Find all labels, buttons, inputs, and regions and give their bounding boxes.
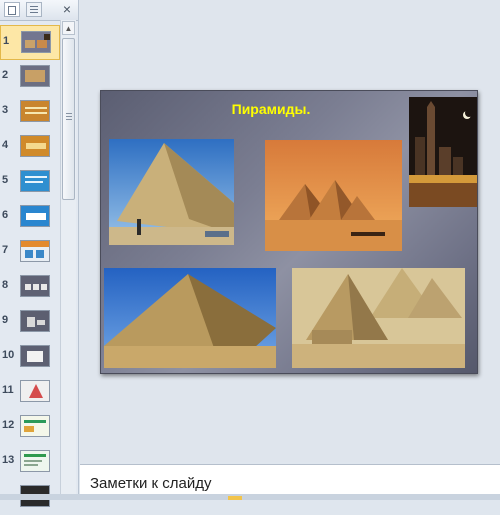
slide-preview <box>20 205 50 227</box>
slide-number: 6 <box>2 209 9 221</box>
slides-tab[interactable] <box>4 2 20 17</box>
slide-number: 10 <box>2 349 15 361</box>
current-slide[interactable]: Пирамиды. <box>100 90 478 374</box>
status-indicator[interactable] <box>228 496 242 500</box>
notes-placeholder[interactable]: Заметки к слайду <box>90 475 212 492</box>
slide-preview <box>20 450 50 472</box>
slide-thumbnail-4[interactable]: 4 <box>0 130 60 165</box>
slide-number: 7 <box>2 244 9 256</box>
slide-title[interactable]: Пирамиды. <box>211 101 331 117</box>
slide-preview <box>20 240 50 262</box>
slide-number: 12 <box>2 419 15 431</box>
slide-preview <box>21 31 51 53</box>
close-pane-icon[interactable]: × <box>60 2 74 17</box>
slide-thumbnail-9[interactable]: 9 <box>0 305 60 340</box>
pyramid-photo[interactable] <box>104 268 276 368</box>
notes-pane[interactable]: Заметки к слайду <box>80 464 500 494</box>
slide-thumbnail-6[interactable]: 6 <box>0 200 60 235</box>
pane-tab-bar: × <box>0 0 78 21</box>
slide-number: 4 <box>2 139 9 151</box>
slide-thumbnail-2[interactable]: 2 <box>0 60 60 95</box>
slide-thumbnail-3[interactable]: 3 <box>0 95 60 130</box>
pyramids-camels-photo[interactable] <box>265 140 402 251</box>
slide-preview <box>20 345 50 367</box>
slide-number: 11 <box>2 384 14 396</box>
slide-preview <box>20 100 50 122</box>
status-bar <box>0 494 500 500</box>
slide-number: 1 <box>3 35 10 47</box>
slide-thumbnail-13[interactable]: 13 <box>0 445 60 480</box>
scroll-up-arrow-icon[interactable]: ▲ <box>62 21 75 35</box>
slide-thumbnail-12[interactable]: 12 <box>0 410 60 445</box>
slide-thumbnail-7[interactable]: 7 <box>0 235 60 270</box>
outline-tab[interactable] <box>26 2 42 17</box>
pyramids-photo[interactable] <box>292 268 465 368</box>
slide-thumbnail-10[interactable]: 10 <box>0 340 60 375</box>
slide-preview <box>20 135 50 157</box>
slide-preview <box>20 275 50 297</box>
slide-preview <box>20 415 50 437</box>
slide-thumbnail-1[interactable]: 1 <box>0 25 60 60</box>
slide-number: 13 <box>2 454 15 466</box>
pyramid-photo[interactable] <box>109 139 234 245</box>
slide-preview <box>20 170 50 192</box>
slide-thumbnail-5[interactable]: 5 <box>0 165 60 200</box>
slide-number: 3 <box>2 104 9 116</box>
slide-number: 8 <box>2 279 9 291</box>
slide-preview <box>20 380 50 402</box>
slide-number: 2 <box>2 69 9 81</box>
scrollbar-thumb[interactable] <box>62 38 75 200</box>
thumbnail-scrollbar[interactable]: ▲ <box>60 20 76 500</box>
slide-thumbnail-pane: × 1 2 3 4 5 6 7 8 9 10 11 12 13 ▲ <box>0 0 79 507</box>
slide-preview <box>20 310 50 332</box>
slide-preview <box>20 65 50 87</box>
slide-thumbnail-11[interactable]: 11 <box>0 375 60 410</box>
slide-thumbnail-8[interactable]: 8 <box>0 270 60 305</box>
slide-number: 9 <box>2 314 9 326</box>
slide-number: 5 <box>2 174 9 186</box>
night-city-photo[interactable] <box>409 97 477 207</box>
slide-editing-area: Пирамиды. <box>80 0 500 462</box>
